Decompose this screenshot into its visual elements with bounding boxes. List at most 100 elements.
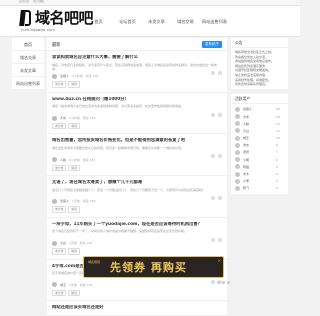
avatar[interactable] — [235, 171, 240, 177]
like-icon[interactable] — [211, 196, 215, 201]
close-icon[interactable]: × — [218, 258, 221, 263]
dot[interactable] — [227, 281, 230, 284]
post-author[interactable]: 域王 — [60, 283, 66, 287]
sidebar-item-home[interactable]: 首页 — [12, 38, 44, 51]
user-name[interactable]: 大米 — [243, 115, 273, 119]
post-item[interactable]: www.4uz.cn 在线提问（赠1000分） 域名一般请求用户在日常生活中也会遇… — [47, 93, 227, 135]
post-item[interactable]: 域名出售量，您所投资域名价格变化，但是不能得到您满意的答复了吧 域名出售市场中大家… — [47, 134, 227, 177]
user-name[interactable]: 米友 — [243, 143, 273, 147]
avatar[interactable] — [235, 142, 240, 148]
like-icon[interactable] — [211, 279, 215, 284]
post-author[interactable]: 大白 — [60, 241, 66, 245]
nav-forum[interactable]: 论坛首页 — [113, 6, 142, 37]
new-post-button[interactable]: 发布帖子 — [202, 41, 222, 48]
user-row[interactable]: 大白 12 — [235, 127, 284, 134]
user-row[interactable]: 阿飞 3 — [235, 185, 284, 192]
avatar[interactable] — [235, 149, 240, 155]
sidebar-item-unpublished[interactable]: 未发文章 — [12, 64, 44, 77]
user-row[interactable]: 老张 7 — [235, 149, 284, 156]
user-name[interactable]: 域王 — [243, 136, 273, 140]
avatar[interactable] — [235, 114, 240, 120]
sidebar-item-domain-trade[interactable]: 域名交易 — [12, 51, 44, 64]
post-author[interactable]: 宽容人 — [60, 74, 69, 78]
avatar[interactable] — [52, 115, 57, 121]
post-tag[interactable]: 未分类 — [52, 289, 67, 297]
avatar[interactable] — [235, 121, 240, 127]
user-row[interactable]: 人脉 15 — [235, 120, 284, 127]
post-tag[interactable]: 精选 — [68, 206, 81, 213]
avatar[interactable] — [235, 185, 240, 191]
user-name[interactable]: 阿强 — [243, 165, 273, 169]
avatar[interactable] — [52, 157, 57, 163]
user-row[interactable]: 米友 9 — [235, 142, 284, 149]
promo-banner[interactable]: 域名吧吧 先领券 再购买 × — [83, 256, 224, 278]
post-item[interactable]: 谈谈和卖域名应注意什么大事，需要了解什么 域名，对未来行业的趋势，对大家有什么建议… — [47, 51, 227, 93]
post-tag[interactable]: 精选 — [68, 164, 81, 172]
sidebar-item-site-sale[interactable]: 网站出售列表 — [12, 77, 44, 90]
post-tag[interactable]: 精选 — [68, 248, 81, 255]
like-icon[interactable] — [211, 112, 215, 117]
user-name[interactable]: 小李 — [243, 179, 273, 183]
avatar[interactable] — [235, 135, 240, 141]
post-title[interactable]: 谈谈和卖域名应注意什么大事，需要了解什么 — [52, 55, 222, 61]
site-logo[interactable]: 域名吧吧 yumingbaba.com — [19, 9, 94, 34]
set-homepage-link[interactable]: 设为首页 — [19, 1, 29, 4]
nav-domain-trade[interactable]: 域名交易 — [171, 6, 200, 37]
avatar[interactable] — [235, 164, 240, 170]
comment-icon[interactable] — [218, 154, 222, 159]
post-tag[interactable]: 精选 — [68, 81, 81, 88]
post-title[interactable]: www.4uz.cn 在线提问（赠1000分） — [52, 97, 222, 103]
user-row[interactable]: 小明 6 — [235, 156, 284, 163]
user-name[interactable]: 阿飞 — [243, 186, 273, 190]
post-title[interactable]: 域名出售量，您所投资域名价格变化，但是不能得到您满意的答复了吧 — [52, 138, 222, 144]
post-title[interactable]: 一块字母，11年购买了一个yuodajie.com，现在是否应该等待时机再出售？ — [52, 222, 222, 228]
add-favorite-link[interactable]: 加入收藏 — [33, 1, 43, 4]
post-author[interactable]: 大米 — [60, 116, 66, 120]
post-item[interactable]: 一块字母，11年购买了一个yuodajie.com，现在是否应该等待时机再出售？… — [47, 218, 227, 260]
like-icon[interactable] — [211, 71, 215, 75]
comment-icon[interactable] — [218, 71, 222, 75]
avatar[interactable] — [52, 282, 57, 288]
avatar[interactable] — [52, 198, 57, 204]
user-name[interactable]: 人脉 — [243, 122, 273, 126]
post-tag[interactable]: 未分类 — [52, 81, 67, 88]
avatar[interactable] — [235, 178, 240, 184]
nav-site-sale[interactable]: 网站出售列表 — [200, 6, 229, 37]
like-icon[interactable] — [211, 237, 215, 242]
post-tag[interactable]: 精选 — [68, 123, 81, 130]
user-name[interactable]: 木木 — [243, 172, 273, 176]
user-name[interactable]: 小明 — [243, 158, 273, 162]
post-tag[interactable]: 未分类 — [52, 123, 67, 130]
avatar[interactable] — [52, 73, 57, 79]
post-author[interactable]: 人脉 — [60, 158, 66, 162]
nav-unpublished[interactable]: 未发文章 — [142, 6, 171, 37]
nav-home[interactable]: 首页 — [84, 6, 113, 37]
post-tag[interactable]: 未分类 — [52, 206, 67, 213]
post-item[interactable]: 网站还是应该买域名还是好 — [47, 301, 227, 316]
like-icon[interactable] — [211, 154, 215, 159]
post-item[interactable]: 无语了，现在域名太难卖了，想赚个几千元都难 最近几个月域名交易越来越少了，原来一个… — [47, 176, 227, 218]
post-title[interactable]: 无语了，现在域名太难卖了，想赚个几千元都难 — [52, 180, 222, 186]
comment-icon[interactable] — [218, 196, 222, 201]
user-row[interactable]: 小李 3 — [235, 178, 284, 185]
user-row[interactable]: 大米 18 — [235, 113, 284, 120]
post-tag[interactable]: 精选 — [68, 289, 81, 297]
post-author[interactable]: 宽容人 — [60, 199, 69, 203]
post-tag[interactable]: 未分类 — [52, 248, 67, 255]
dot[interactable] — [222, 281, 225, 284]
comment-icon[interactable] — [218, 237, 222, 242]
avatar[interactable] — [52, 240, 57, 246]
user-name[interactable]: 宽容人 — [243, 107, 273, 111]
post-tag[interactable]: 未分类 — [52, 164, 67, 172]
avatar[interactable] — [235, 106, 240, 112]
avatar[interactable] — [235, 128, 240, 134]
user-row[interactable]: 木木 4 — [235, 170, 284, 177]
avatar[interactable] — [235, 157, 240, 163]
comment-icon[interactable] — [218, 112, 222, 117]
user-name[interactable]: 大白 — [243, 129, 273, 133]
user-name[interactable]: 老张 — [243, 150, 273, 154]
user-row[interactable]: 域王 10 — [235, 135, 284, 142]
user-row[interactable]: 阿强 5 — [235, 163, 284, 170]
post-title[interactable]: 网站还是应该买域名还是好 — [52, 305, 222, 311]
user-row[interactable]: 宽容人 26 — [235, 106, 284, 113]
